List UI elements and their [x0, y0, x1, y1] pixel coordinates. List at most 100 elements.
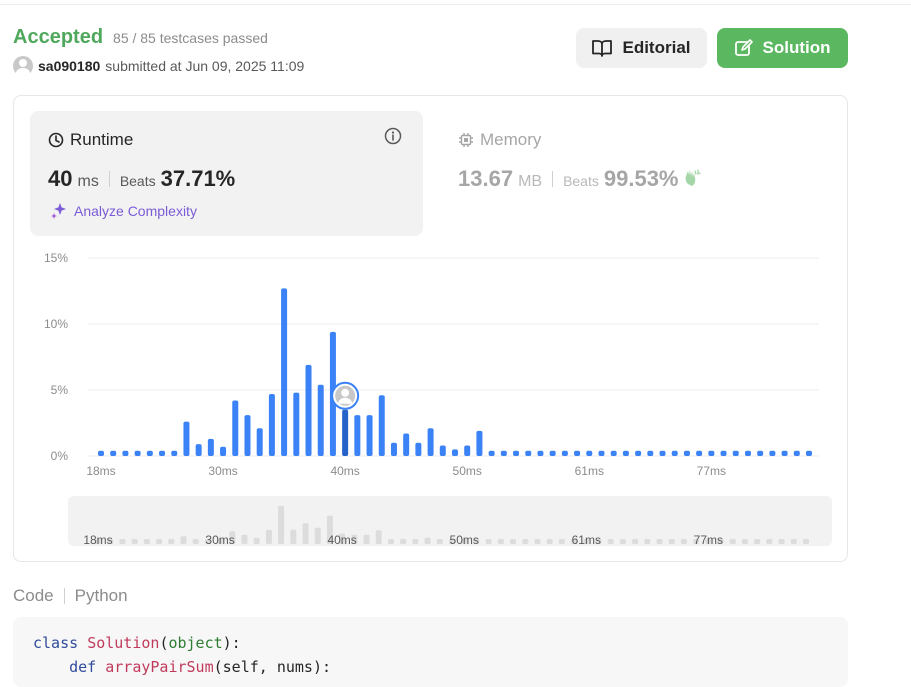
- chart-bar: [598, 450, 605, 456]
- chart-bar: [281, 288, 288, 456]
- overview-bar: [363, 534, 370, 544]
- overview-bar: [253, 537, 260, 544]
- chart-bar: [134, 450, 141, 456]
- overview-bar: [619, 539, 626, 544]
- language-label: Python: [74, 586, 128, 605]
- chart-bar: [574, 450, 581, 456]
- chart-bar: [110, 450, 117, 456]
- y-tick-label: 10%: [44, 317, 68, 331]
- chart-bar: [793, 450, 800, 456]
- chart-bar: [561, 450, 568, 456]
- chart-bar: [122, 450, 129, 456]
- chart-bar: [403, 433, 410, 456]
- code-token: object: [168, 634, 223, 652]
- overview-bar: [143, 539, 150, 544]
- y-tick-label: 5%: [51, 383, 69, 397]
- chart-bar: [622, 450, 629, 456]
- chart-bar: [757, 450, 764, 456]
- chart-bar: [256, 428, 263, 456]
- chart-bar: [500, 450, 507, 456]
- overview-bar: [668, 539, 675, 544]
- y-tick-label: 15%: [44, 251, 68, 265]
- overview-bar: [778, 539, 785, 544]
- chart-bar: [220, 446, 227, 456]
- chart-bar: [781, 450, 788, 456]
- overview-bar: [485, 539, 492, 544]
- chart-bar: [232, 400, 239, 456]
- chart-bar: [207, 438, 214, 456]
- chart-bar: [390, 442, 397, 456]
- overview-bar: [412, 539, 419, 544]
- overview-bar: [510, 539, 517, 544]
- overview-bar: [168, 539, 175, 544]
- chart-bar: [464, 445, 471, 456]
- runtime-distribution-chart[interactable]: 15% 10% 5% 0% 18ms 30ms 40ms 50ms 61ms 77ms 18ms 30…: [0, 0, 911, 684]
- chart-bar: [452, 449, 458, 456]
- overview-bar: [400, 538, 407, 544]
- chart-bar: [671, 450, 678, 456]
- overview-tick-label: 61ms: [572, 533, 601, 547]
- chart-bar: [293, 392, 300, 456]
- chart-bar: [635, 450, 642, 456]
- chart-bar: [342, 409, 349, 456]
- x-tick-label: 61ms: [575, 464, 604, 478]
- chart-bar: [98, 450, 104, 456]
- chart-bar: [305, 364, 312, 456]
- overview-tick-label: 30ms: [205, 533, 234, 547]
- chart-bar: [183, 421, 190, 456]
- overview-bar: [265, 529, 272, 544]
- chart-bar: [476, 430, 483, 456]
- overview-bar: [656, 539, 663, 544]
- overview-bar: [424, 537, 431, 544]
- chart-bar: [647, 450, 654, 456]
- overview-tick-label: 18ms: [83, 533, 112, 547]
- overview-bar: [131, 539, 138, 544]
- chart-bar: [427, 428, 434, 456]
- code-token: arrayPairSum: [105, 658, 214, 676]
- overview-bar: [680, 539, 687, 544]
- x-tick-label: 30ms: [208, 464, 237, 478]
- overview-bar: [387, 539, 394, 544]
- overview-tick-label: 77ms: [694, 533, 723, 547]
- overview-bar: [534, 539, 541, 544]
- chart-bar: [415, 442, 422, 456]
- code-tab[interactable]: Code: [13, 586, 54, 606]
- overview-bar: [375, 530, 382, 544]
- chart-bar: [549, 450, 556, 456]
- code-line: class Solution(object):: [33, 631, 848, 655]
- overview-bar: [278, 505, 285, 544]
- overview-bar: [790, 539, 797, 544]
- overview-bar: [497, 539, 504, 544]
- y-tick-label: 0%: [51, 449, 69, 463]
- chart-bar: [378, 395, 385, 456]
- overview-bar: [754, 539, 761, 544]
- overview-bar: [741, 539, 748, 544]
- overview-bar: [180, 536, 187, 544]
- code-header: Code Python: [13, 586, 128, 606]
- overview-bar: [558, 539, 565, 544]
- chart-bar: [696, 450, 703, 456]
- chart-bar: [317, 384, 324, 456]
- overview-bar: [607, 539, 614, 544]
- code-token: (self, nums):: [213, 658, 332, 676]
- chart-bar: [732, 450, 739, 456]
- code-line: def arrayPairSum(self, nums):: [33, 655, 848, 679]
- code-token: ):: [222, 634, 241, 652]
- overview-bar: [436, 539, 443, 544]
- chart-bar: [610, 450, 617, 456]
- overview-bar: [290, 529, 297, 544]
- code-block[interactable]: class Solution(object): def arrayPairSum…: [13, 617, 848, 687]
- overview-bar: [632, 539, 639, 544]
- chart-bar: [268, 393, 275, 456]
- x-tick-label: 40ms: [330, 464, 359, 478]
- overview-bar: [192, 539, 199, 544]
- chart-bar: [525, 450, 532, 456]
- avatar-head: [341, 388, 350, 397]
- code-token: def: [69, 658, 106, 676]
- overview-bar: [119, 539, 126, 544]
- chart-bar: [439, 445, 446, 456]
- overview-bar: [314, 527, 321, 544]
- overview-bar: [156, 539, 163, 544]
- overview-bar: [302, 523, 309, 544]
